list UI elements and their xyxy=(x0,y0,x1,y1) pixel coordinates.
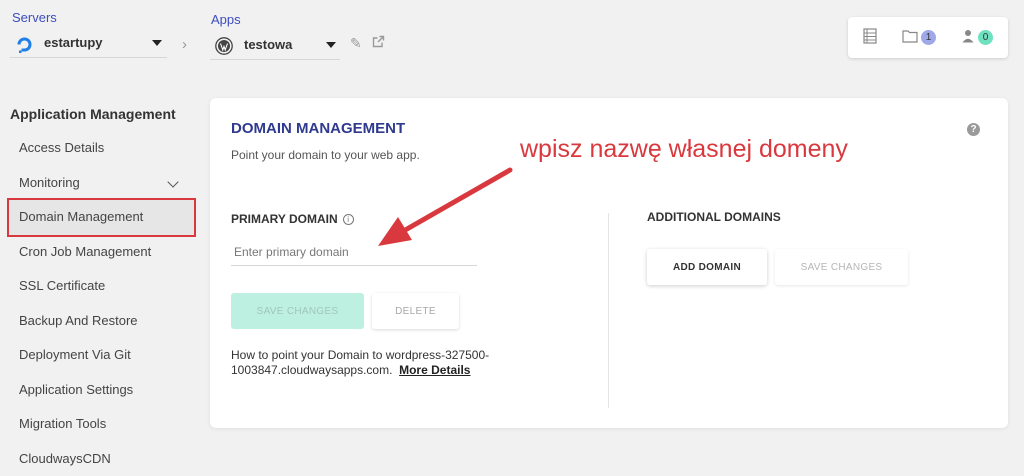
chevron-down-icon xyxy=(326,42,336,48)
add-domain-button[interactable]: ADD DOMAIN xyxy=(647,249,767,285)
domain-management-card: DOMAIN MANAGEMENT Point your domain to y… xyxy=(210,98,1008,428)
sidebar-item-application-settings[interactable]: Application Settings xyxy=(19,382,133,397)
sidebar-item-monitoring[interactable]: Monitoring xyxy=(19,175,80,190)
primary-domain-input[interactable] xyxy=(231,238,477,266)
digitalocean-logo-icon xyxy=(17,37,32,53)
breadcrumb-separator-icon: › xyxy=(182,36,187,53)
chevron-down-icon xyxy=(152,40,162,46)
apps-label: Apps xyxy=(211,12,241,27)
howto-text-block: How to point your Domain to wordpress-32… xyxy=(231,348,571,378)
user-icon[interactable] xyxy=(961,29,975,43)
sidebar-item-deployment-via-git[interactable]: Deployment Via Git xyxy=(19,347,131,362)
server-list-icon[interactable] xyxy=(863,28,877,44)
apps-value: testowa xyxy=(244,37,293,52)
external-link-icon[interactable] xyxy=(372,35,385,48)
sidebar-item-migration-tools[interactable]: Migration Tools xyxy=(19,416,106,431)
apps-dropdown[interactable]: testowa xyxy=(210,30,340,60)
help-icon[interactable]: ? xyxy=(967,123,980,136)
page-title: DOMAIN MANAGEMENT xyxy=(231,120,406,137)
chevron-down-icon[interactable] xyxy=(167,176,179,188)
info-icon[interactable]: i xyxy=(342,214,354,225)
more-details-link[interactable]: More Details xyxy=(399,363,470,377)
annotation-text: wpisz nazwę własnej domeny xyxy=(520,135,848,163)
sidebar-title: Application Management xyxy=(10,106,176,122)
section-divider xyxy=(608,213,609,408)
folder-icon[interactable] xyxy=(902,29,918,43)
sidebar-item-backup-and-restore[interactable]: Backup And Restore xyxy=(19,313,138,328)
top-right-toolbar: 1 0 xyxy=(848,17,1008,58)
additional-domains-label: ADDITIONAL DOMAINS xyxy=(647,210,781,224)
save-additional-domains-button[interactable]: SAVE CHANGES xyxy=(775,249,908,285)
wordpress-logo-icon xyxy=(215,37,233,55)
sidebar-item-access-details[interactable]: Access Details xyxy=(19,140,104,155)
sidebar-item-cloudwayscdn[interactable]: CloudwaysCDN xyxy=(19,451,111,466)
sidebar-item-cron-job-management[interactable]: Cron Job Management xyxy=(19,244,151,259)
sidebar-item-domain-management[interactable]: Domain Management xyxy=(19,209,143,224)
delete-button[interactable]: DELETE xyxy=(372,293,459,329)
servers-label: Servers xyxy=(12,10,57,25)
users-badge: 0 xyxy=(978,30,993,45)
primary-domain-label: PRIMARY DOMAIN xyxy=(231,212,338,226)
primary-domain-section: PRIMARY DOMAIN i xyxy=(231,212,354,226)
servers-value: estartupy xyxy=(44,35,103,50)
sidebar-item-ssl-certificate[interactable]: SSL Certificate xyxy=(19,278,105,293)
save-changes-button[interactable]: SAVE CHANGES xyxy=(231,293,364,329)
page-subtitle: Point your domain to your web app. xyxy=(231,148,420,162)
servers-dropdown[interactable]: estartupy xyxy=(10,28,167,58)
edit-pencil-icon[interactable]: ✎ xyxy=(350,35,362,52)
files-badge: 1 xyxy=(921,30,936,45)
